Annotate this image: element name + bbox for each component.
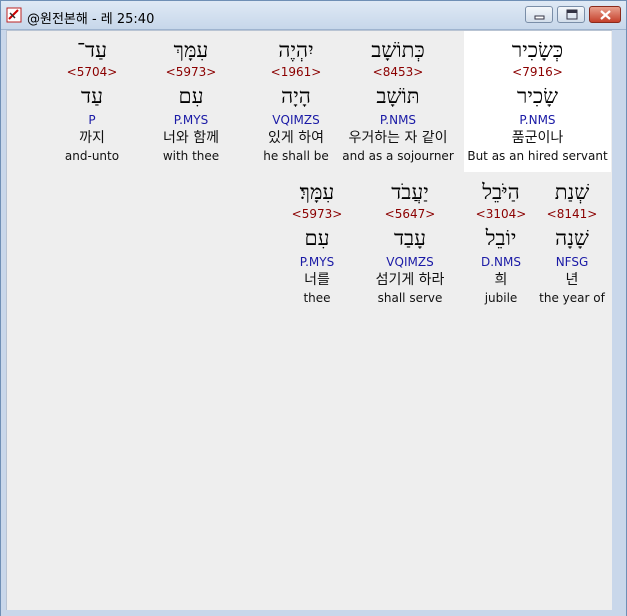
interlinear-panel: כְּשָׂכִיר <7916> שָׂכִיר P.NMS 품군이나 But… — [6, 30, 612, 611]
app-window: @원전본해 - 레 25:40 כְּשָׂכִיר <7916> שָׂכִי… — [0, 0, 627, 616]
hebrew-word: כְּשָׂכִיר — [511, 38, 564, 62]
hebrew-lemma: עָבַד — [393, 226, 427, 250]
close-button[interactable] — [589, 6, 621, 23]
english-gloss: thee — [303, 291, 331, 305]
strong-number[interactable]: <1961> — [251, 65, 341, 79]
maximize-button[interactable] — [557, 6, 585, 23]
english-gloss: But as an hired servant — [467, 149, 608, 163]
parsing-code: NFSG — [555, 255, 589, 269]
korean-gloss: 섬기게 하라 — [375, 272, 445, 288]
word-cell[interactable]: עִמָּךְ׃ <5973> עִם P.MYS 너를 thee — [285, 173, 349, 314]
word-cell[interactable]: כְּתוֹשָׁב <8453> תּוֹשָׁב P.NMS 우거하는 자 … — [341, 31, 455, 172]
korean-gloss: 우거하는 자 같이 — [348, 130, 448, 146]
minimize-icon — [534, 15, 545, 20]
hebrew-lemma: עַד — [81, 84, 103, 108]
korean-gloss: 희 — [494, 272, 508, 288]
parsing-code: P.NMS — [379, 113, 417, 127]
korean-gloss: 너와 함께 — [163, 130, 219, 146]
hebrew-word: הַיֹּבֵל — [482, 180, 520, 204]
hebrew-lemma: שָׂכִיר — [517, 84, 558, 108]
word-cell[interactable]: שְׁנַת <8141> שָׁנָה NFSG 년 the year of — [535, 173, 609, 314]
strong-number[interactable]: <5704> — [52, 65, 132, 79]
strong-number[interactable]: <3104> — [466, 207, 536, 221]
english-gloss: and as a sojourner — [342, 149, 454, 163]
english-gloss: he shall be — [263, 149, 329, 163]
parsing-code: P.MYS — [299, 255, 335, 269]
korean-gloss: 품군이나 — [511, 130, 564, 146]
parsing-code: P.MYS — [173, 113, 209, 127]
strong-number[interactable]: <8453> — [341, 65, 455, 79]
app-logo-icon[interactable] — [6, 7, 22, 23]
word-cell[interactable]: כְּשָׂכִיר <7916> שָׂכִיר P.NMS 품군이나 But… — [464, 31, 611, 172]
parsing-code: P.NMS — [519, 113, 556, 127]
hebrew-word: עִמָּךְ — [173, 38, 209, 62]
hebrew-lemma: הָיָה — [281, 84, 311, 108]
english-gloss: the year of — [539, 291, 605, 305]
english-gloss: and-unto — [64, 149, 120, 163]
hebrew-word: עִמָּךְ׃ — [299, 180, 335, 204]
hebrew-word: עַד־ — [76, 38, 108, 62]
window-frame-right — [612, 30, 626, 615]
hebrew-lemma: שָׁנָה — [555, 226, 589, 250]
strong-number[interactable]: <5973> — [285, 207, 349, 221]
korean-gloss: 있게 하여 — [268, 130, 324, 146]
word-cell[interactable]: עִמָּךְ <5973> עִם P.MYS 너와 함께 with thee — [146, 31, 236, 172]
hebrew-lemma: יוֹבֵל — [485, 226, 517, 250]
hebrew-lemma: תּוֹשָׁב — [376, 84, 420, 108]
word-cell[interactable]: יִהְיֶה <1961> הָיָה VQIMZS 있게 하여 he sha… — [251, 31, 341, 172]
korean-gloss: 년 — [565, 272, 579, 288]
korean-gloss: 너를 — [304, 272, 330, 288]
parsing-code: D.NMS — [480, 255, 521, 269]
parsing-code: VQIMZS — [386, 255, 434, 269]
strong-number[interactable]: <5647> — [365, 207, 455, 221]
parsing-code: P — [88, 113, 96, 127]
word-cell[interactable]: עַד־ <5704> עַד P 까지 and-unto — [52, 31, 132, 172]
hebrew-lemma: עִם — [178, 84, 204, 108]
hebrew-word: כְּתוֹשָׁב — [371, 38, 425, 62]
close-icon — [600, 10, 611, 20]
hebrew-lemma: עִם — [304, 226, 330, 250]
maximize-icon — [566, 9, 578, 20]
hebrew-word: יִהְיֶה — [278, 38, 314, 62]
word-cell[interactable]: הַיֹּבֵל <3104> יוֹבֵל D.NMS 희 jubile — [466, 173, 536, 314]
window-title: @원전본해 - 레 25:40 — [27, 12, 155, 27]
strong-number[interactable]: <7916> — [464, 65, 611, 79]
strong-number[interactable]: <8141> — [535, 207, 609, 221]
word-cell[interactable]: יַעֲבֹד <5647> עָבַד VQIMZS 섬기게 하라 shall… — [365, 173, 455, 314]
korean-gloss: 까지 — [79, 130, 105, 146]
window-frame-bottom — [1, 610, 626, 616]
english-gloss: jubile — [484, 291, 518, 305]
english-gloss: with thee — [162, 149, 220, 163]
minimize-button[interactable] — [525, 6, 553, 23]
english-gloss: shall serve — [377, 291, 443, 305]
parsing-code: VQIMZS — [272, 113, 320, 127]
hebrew-word: יַעֲבֹד — [391, 180, 429, 204]
title-bar[interactable]: @원전본해 - 레 25:40 — [1, 1, 626, 30]
strong-number[interactable]: <5973> — [146, 65, 236, 79]
hebrew-word: שְׁנַת — [554, 180, 590, 204]
